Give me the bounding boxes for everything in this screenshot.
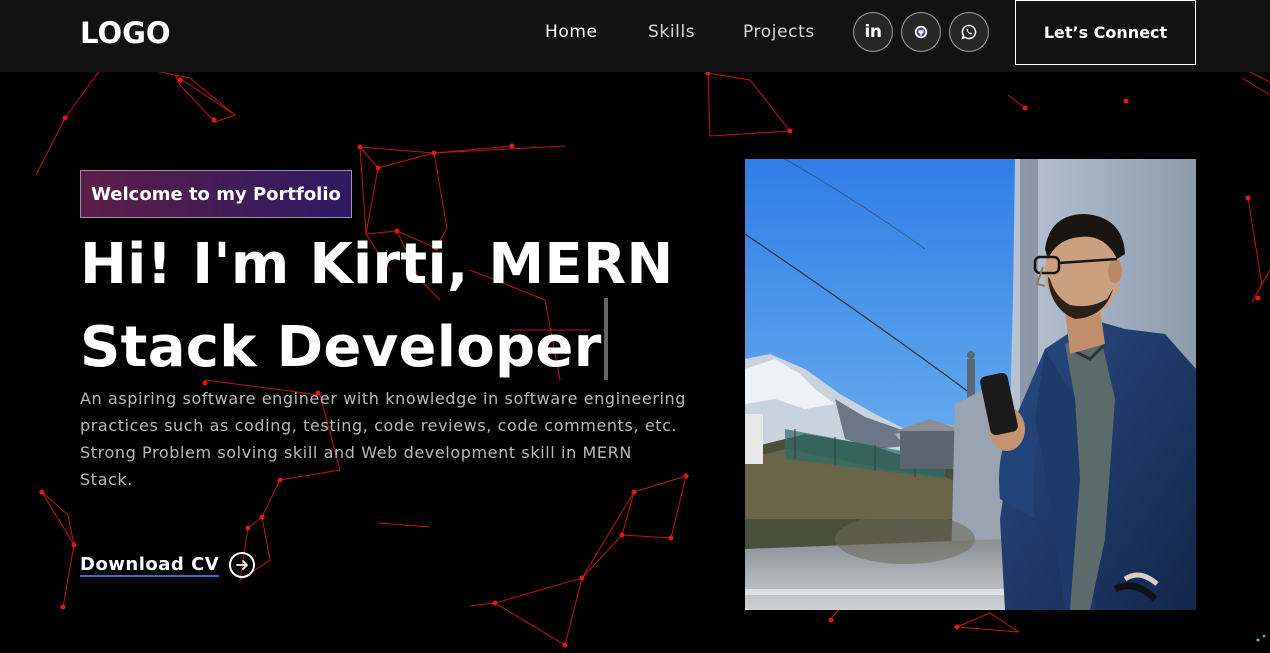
headline-line-2: Stack Developer <box>80 315 602 380</box>
download-cv-button[interactable]: Download CV <box>80 552 256 578</box>
download-cv-label: Download CV <box>80 553 220 577</box>
welcome-tagline: Welcome to my Portfolio <box>80 170 352 218</box>
profile-photo <box>745 159 1196 610</box>
whatsapp-icon <box>961 24 977 40</box>
portfolio-page: LOGO Home Skills Projects in Let’s Conne… <box>0 0 1270 653</box>
nav-link-skills[interactable]: Skills <box>648 22 695 42</box>
hero-headline: Hi! I'm Kirti, MERN Stack Developer <box>80 232 700 381</box>
headline-line-1: Hi! I'm Kirti, MERN <box>80 232 674 297</box>
linkedin-icon: in <box>864 22 882 42</box>
github-icon <box>914 25 928 39</box>
logo[interactable]: LOGO <box>80 16 171 50</box>
navbar: LOGO Home Skills Projects in Let’s Conne… <box>0 0 1270 72</box>
typing-cursor <box>603 298 608 380</box>
arrow-right-circle-icon <box>229 552 256 578</box>
nav-link-projects[interactable]: Projects <box>743 22 815 42</box>
social-whatsapp-button[interactable] <box>949 12 989 52</box>
lets-connect-button[interactable]: Let’s Connect <box>1015 0 1196 65</box>
social-linkedin-button[interactable]: in <box>853 12 893 52</box>
social-github-button[interactable] <box>901 12 941 52</box>
hero-description: An aspiring software engineer with knowl… <box>80 389 687 489</box>
nav-link-home[interactable]: Home <box>545 22 598 42</box>
